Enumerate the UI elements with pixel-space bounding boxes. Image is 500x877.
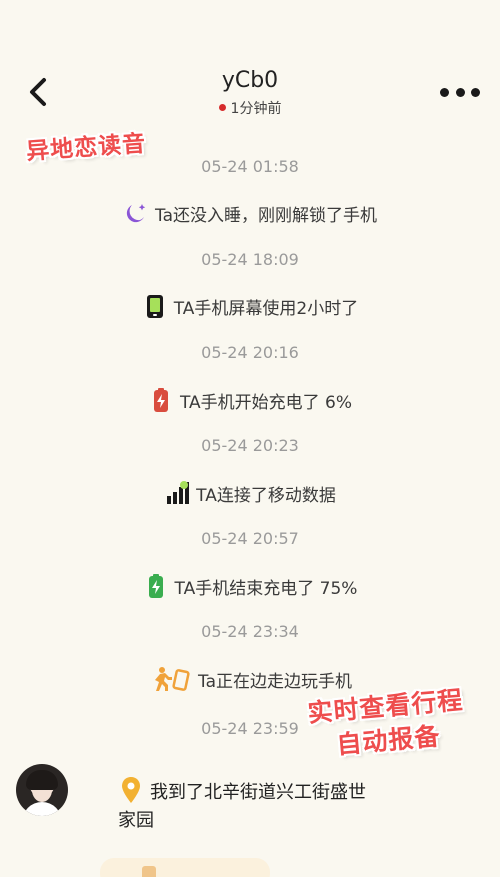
status-text: 1分钟前 — [230, 101, 282, 117]
event-text: TA手机开始充电了 6% — [179, 392, 353, 413]
page-title: yCb0 — [221, 68, 279, 93]
message-text-line1[interactable]: 我到了北辛街道兴工街盛世 — [150, 778, 366, 804]
next-message-peek — [100, 858, 270, 877]
timestamp: 05-24 20:23 — [201, 436, 299, 455]
battery-charging-green-icon — [143, 573, 169, 599]
walking-phone-icon — [148, 666, 192, 692]
event-text: TA连接了移动数据 — [196, 485, 336, 506]
timestamp: 05-24 01:58 — [201, 157, 299, 176]
more-dot-icon — [455, 87, 465, 97]
phone-screen-icon — [142, 293, 168, 319]
moon-icon — [123, 200, 149, 226]
timestamp: 05-24 20:57 — [201, 529, 299, 548]
event-text: TA手机屏幕使用2小时了 — [173, 298, 359, 319]
avatar-body — [22, 802, 62, 816]
location-pin-icon — [122, 777, 140, 803]
avatar[interactable] — [16, 764, 68, 816]
next-message-icon — [142, 866, 156, 877]
timeline-event: TA手机屏幕使用2小时了 — [0, 293, 500, 319]
status-dot — [218, 104, 226, 111]
event-text: Ta还没入睡，刚刚解锁了手机 — [155, 205, 377, 226]
signal-bars-icon — [164, 480, 190, 506]
timeline-event: TA手机开始充电了 6% — [0, 387, 500, 413]
timestamp: 05-24 20:16 — [201, 343, 299, 362]
message-text-line2[interactable]: 家园 — [118, 806, 154, 832]
timestamp: 05-24 23:34 — [201, 622, 299, 641]
timeline-event: Ta还没入睡，刚刚解锁了手机 — [0, 200, 500, 226]
timeline-event: TA手机结束充电了 75% — [0, 573, 500, 599]
more-options-button[interactable] — [440, 80, 480, 104]
more-dot-icon — [471, 87, 480, 97]
header: yCb0 1分钟前 — [0, 0, 500, 130]
online-status: 1分钟前 — [0, 98, 500, 118]
event-text: TA手机结束充电了 75% — [174, 578, 358, 599]
promo-sticker-bottom: 实时查看行程 自动报备 — [289, 682, 484, 766]
timeline-event: TA连接了移动数据 — [0, 480, 500, 506]
event-text: Ta正在边走边玩手机 — [198, 671, 352, 692]
avatar-hair — [26, 770, 58, 790]
timestamp: 05-24 18:09 — [201, 250, 299, 269]
battery-charging-red-icon — [148, 387, 174, 413]
more-dot-icon — [440, 87, 449, 97]
